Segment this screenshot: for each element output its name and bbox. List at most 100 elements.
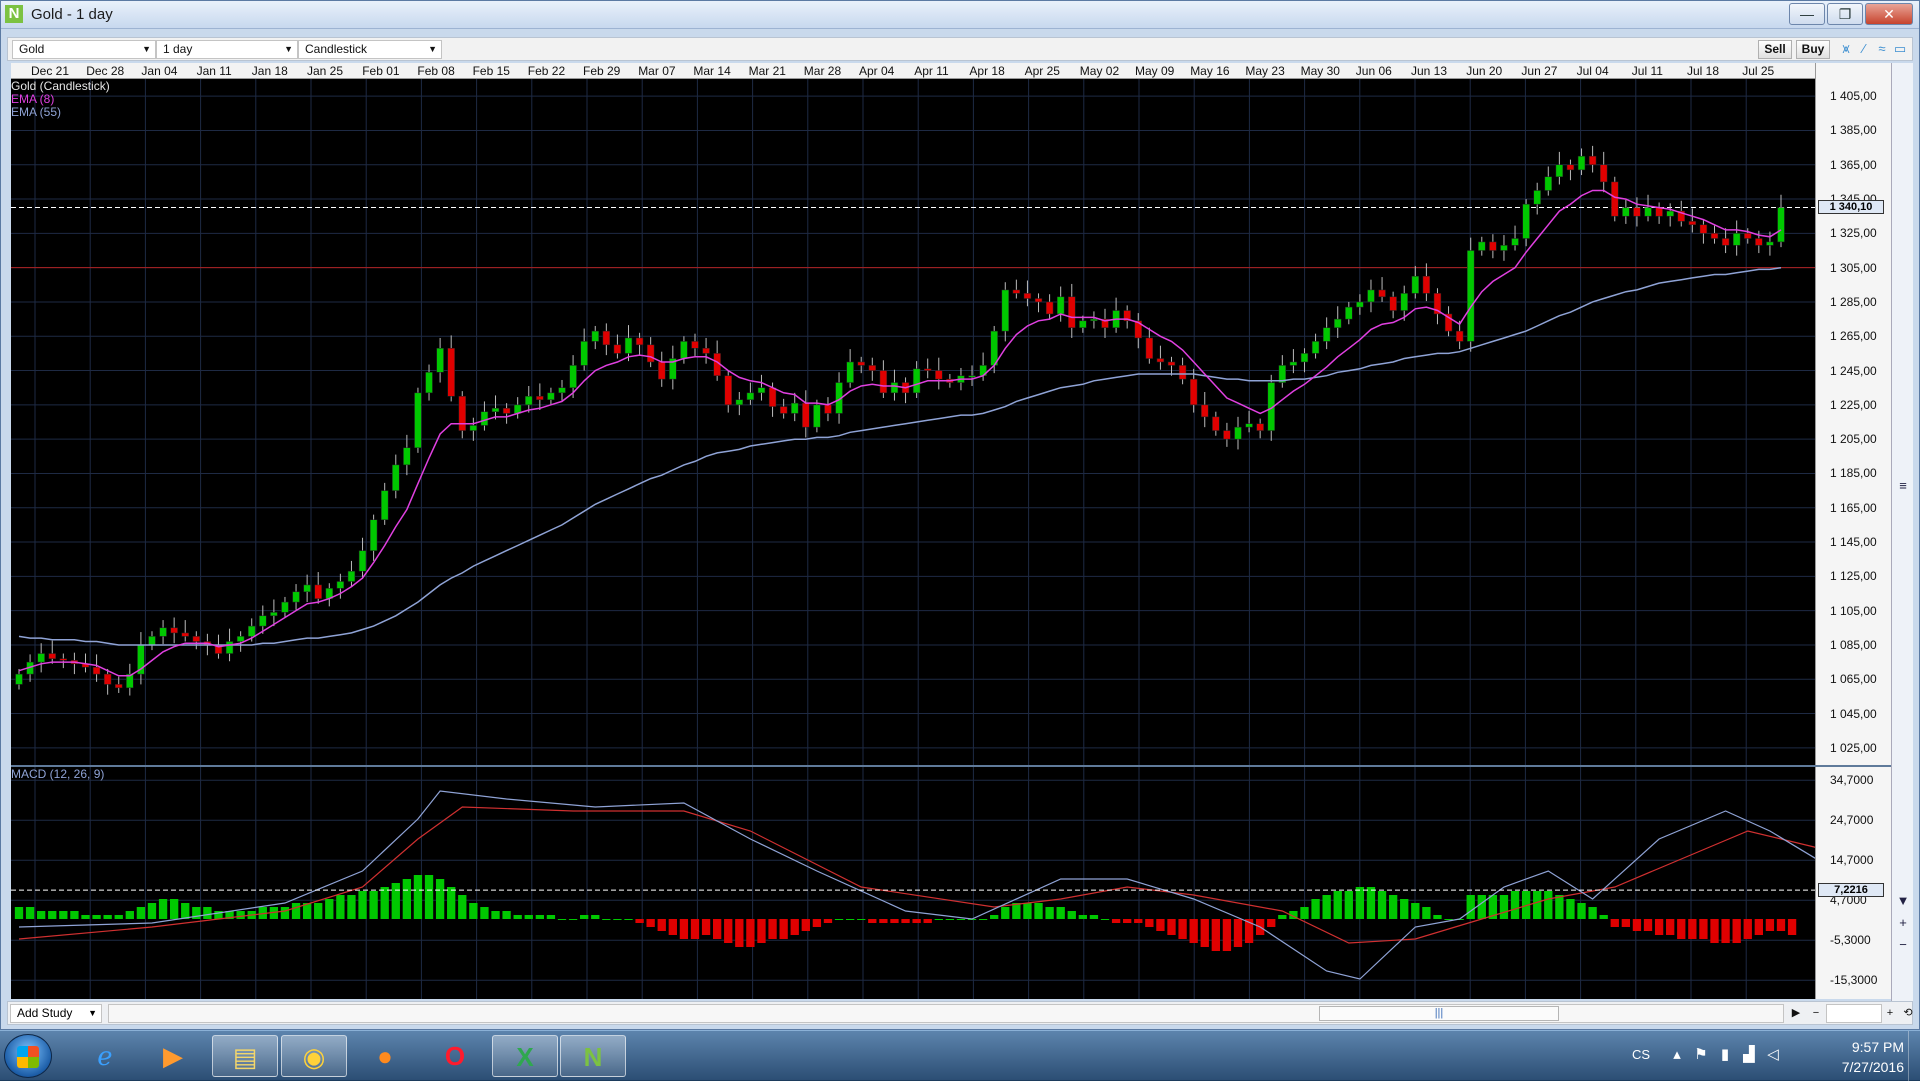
- add-study-label: Add Study: [17, 1006, 73, 1020]
- scroll-thumb[interactable]: |||: [1319, 1006, 1559, 1021]
- show-desktop-button[interactable]: [1908, 1031, 1920, 1081]
- trend-icon[interactable]: ≈: [1874, 41, 1890, 57]
- macd-histogram-bar: [724, 919, 733, 943]
- media-player-icon[interactable]: ▶: [140, 1035, 206, 1077]
- price-chart-panel[interactable]: Gold (Candlestick) EMA (8) EMA (55): [11, 79, 1815, 765]
- zoom-out-icon[interactable]: −: [1808, 1004, 1824, 1023]
- legend-ema55: EMA (55): [11, 105, 62, 119]
- candle-up: [1057, 296, 1065, 315]
- zoom-in-icon[interactable]: +: [1882, 1004, 1898, 1023]
- candle-up: [37, 653, 45, 663]
- macd-histogram-bar: [934, 919, 943, 920]
- reset-zoom-icon[interactable]: ⟲: [1900, 1004, 1916, 1023]
- window-icon[interactable]: ▭: [1892, 41, 1908, 57]
- tray-expand-icon[interactable]: ▴: [1668, 1045, 1686, 1065]
- firefox-icon[interactable]: ●: [352, 1035, 418, 1077]
- macd-histogram-bar: [945, 919, 955, 920]
- candle-up: [392, 464, 400, 491]
- macd-histogram-bar: [1211, 919, 1220, 951]
- macd-histogram-bar: [458, 895, 467, 919]
- candle-up: [358, 550, 367, 572]
- current-price-box: 1 340,10: [1818, 200, 1884, 215]
- candle-up: [1322, 327, 1331, 342]
- interval-select[interactable]: 1 day ▼: [156, 40, 298, 59]
- candle-up: [547, 392, 555, 400]
- device-icon[interactable]: ▮: [1716, 1045, 1734, 1065]
- ie-icon[interactable]: ℯ: [72, 1035, 138, 1077]
- add-panel-icon[interactable]: +: [1895, 915, 1911, 931]
- macd-histogram-bar: [1588, 907, 1597, 919]
- excel-icon[interactable]: X: [492, 1035, 558, 1077]
- instrument-value: Gold: [19, 42, 45, 56]
- macd-histogram-bar: [1267, 919, 1276, 927]
- candle-down: [635, 337, 644, 346]
- candle-down: [857, 361, 865, 366]
- macd-histogram-bar: [1510, 891, 1520, 919]
- title-bar[interactable]: N Gold - 1 day — ❐ ✕: [1, 1, 1919, 29]
- minimize-button[interactable]: —: [1789, 3, 1825, 25]
- horizontal-scrollbar[interactable]: |||: [108, 1004, 1784, 1023]
- clock-date[interactable]: 7/27/2016: [1820, 1059, 1904, 1075]
- action-center-icon[interactable]: ⚑: [1692, 1045, 1710, 1065]
- date-tick-label: Jan 18: [251, 64, 288, 78]
- close-button[interactable]: ✕: [1865, 3, 1913, 25]
- macd-histogram-bar: [1322, 895, 1331, 919]
- file-explorer-icon[interactable]: ▤: [212, 1035, 278, 1077]
- macd-panel[interactable]: MACD (12, 26, 9): [11, 767, 1870, 999]
- candle-down: [602, 330, 611, 346]
- price-chart-svg: [11, 79, 1815, 765]
- scroll-right-icon[interactable]: ▶: [1788, 1004, 1804, 1023]
- list-icon[interactable]: ≡: [1895, 478, 1911, 494]
- candle-down: [447, 348, 455, 397]
- date-tick-label: Jun 27: [1521, 64, 1558, 78]
- zoom-slider[interactable]: [1826, 1004, 1882, 1023]
- candle-down: [702, 348, 710, 354]
- chevron-down-icon: ▼: [88, 1008, 97, 1018]
- candle-down: [1422, 275, 1431, 294]
- chart-type-select[interactable]: Candlestick ▼: [298, 40, 442, 59]
- macd-histogram-bar: [812, 919, 822, 927]
- buy-button[interactable]: Buy: [1796, 40, 1830, 59]
- candle-down: [879, 370, 888, 394]
- candle-down: [1600, 164, 1608, 183]
- chrome-icon[interactable]: ◉: [281, 1035, 347, 1077]
- candle-down: [1068, 296, 1076, 328]
- price-scale[interactable]: 1 405,00 1 385,00 1 365,00 1 345,00 1 325,00…: [1815, 63, 1891, 765]
- volume-icon[interactable]: ◁: [1764, 1045, 1782, 1065]
- date-tick-label: May 16: [1190, 64, 1230, 78]
- add-study-dropdown[interactable]: Add Study ▼: [10, 1004, 102, 1023]
- sell-button[interactable]: Sell: [1758, 40, 1792, 59]
- price-tick-label: 1 045,00: [1830, 706, 1877, 721]
- line-study-icon[interactable]: ⩙: [1838, 41, 1854, 57]
- macd-histogram-bar: [746, 919, 755, 947]
- macd-histogram-bar: [103, 915, 112, 919]
- date-tick-label: May 30: [1300, 64, 1340, 78]
- candle-down: [1167, 361, 1176, 366]
- opera-icon[interactable]: O: [422, 1035, 488, 1077]
- candle-down: [924, 368, 932, 371]
- candle-up: [1334, 318, 1342, 328]
- clock-time[interactable]: 9:57 PM: [1834, 1039, 1904, 1055]
- macd-histogram-bar: [70, 911, 79, 919]
- candle-down: [1145, 337, 1154, 359]
- macd-tick-label: -15,3000: [1830, 973, 1878, 988]
- language-indicator[interactable]: CS: [1632, 1047, 1650, 1062]
- trading-app-icon[interactable]: N: [560, 1035, 626, 1077]
- collapse-down-icon[interactable]: ▼: [1895, 893, 1911, 909]
- macd-scale[interactable]: 34,7000 24,7000 14,7000 4,7000 -5,3000 -15,30…: [1815, 767, 1891, 999]
- candle-up: [15, 673, 23, 685]
- macd-histogram-bar: [613, 919, 622, 920]
- candle-down: [1744, 233, 1752, 239]
- maximize-button[interactable]: ❐: [1827, 3, 1863, 25]
- network-icon[interactable]: ▟: [1740, 1045, 1758, 1065]
- candle-down: [1389, 296, 1397, 311]
- windows-taskbar: ℯ ▶ ▤ ◉ ● O X N CS ▴ ⚑ ▮ ▟ ◁ 9:57 PM 7/2…: [0, 1030, 1920, 1081]
- candle-up: [1367, 289, 1375, 303]
- macd-histogram-bar: [1577, 903, 1586, 919]
- start-button[interactable]: [4, 1034, 52, 1078]
- remove-panel-icon[interactable]: −: [1895, 937, 1911, 953]
- macd-histogram-bar: [59, 911, 68, 919]
- draw-line-icon[interactable]: ∕: [1856, 41, 1872, 57]
- instrument-select[interactable]: Gold ▼: [12, 40, 156, 59]
- date-tick-label: Feb 08: [417, 64, 455, 78]
